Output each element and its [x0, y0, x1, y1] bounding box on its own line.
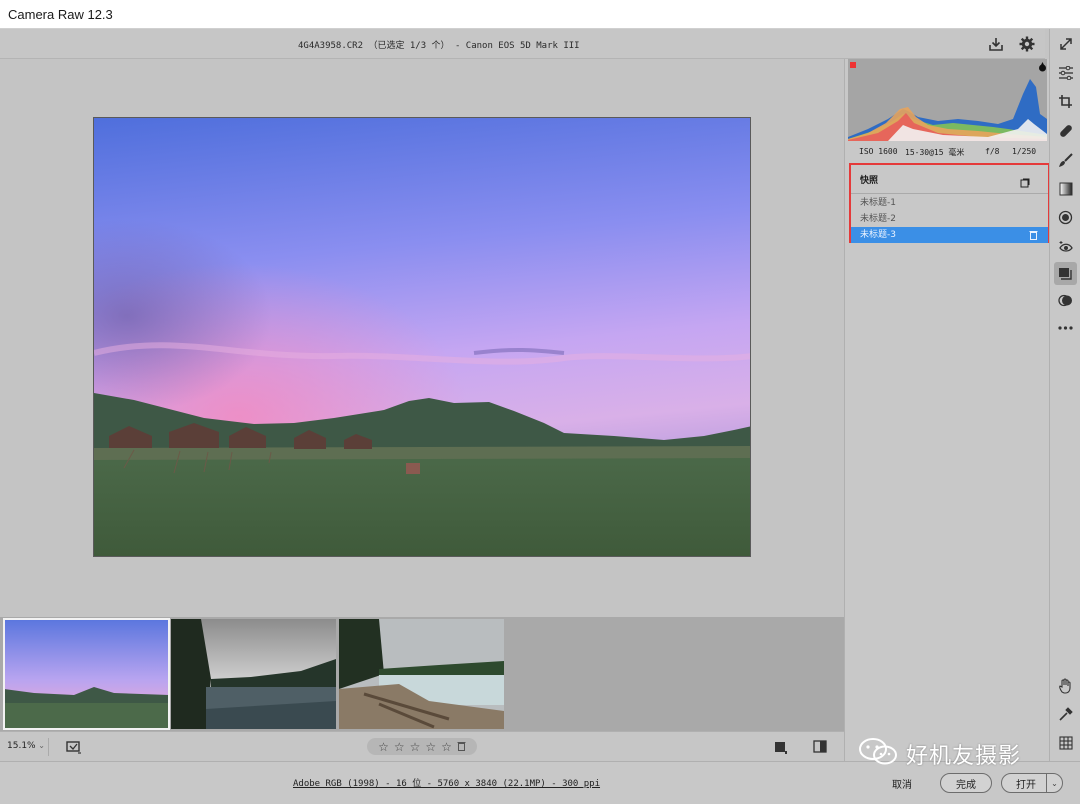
workflow-options-link[interactable]: Adobe RGB (1998) - 16 位 - 5760 x 3840 (2…	[293, 776, 600, 789]
crop-icon[interactable]	[1054, 90, 1077, 113]
edit-sliders-icon[interactable]	[1054, 61, 1077, 84]
snapshot-item-selected[interactable]: 未标题-3	[851, 227, 1048, 243]
trash-icon[interactable]	[457, 740, 466, 754]
hand-icon[interactable]	[1054, 674, 1077, 697]
star-icon[interactable]: ☆	[410, 740, 421, 754]
thumbnail-3[interactable]	[339, 619, 504, 729]
right-panel: ISO 1600 15-30@15 毫米 f/8 1/250 快照 未标题-1 …	[844, 59, 1050, 761]
histogram	[848, 59, 1047, 141]
gradient-icon[interactable]	[1054, 177, 1077, 200]
filmstrip	[0, 617, 844, 731]
exif-shutter: 1/250	[1012, 147, 1037, 156]
watermark: 好机友摄影	[858, 735, 1021, 773]
zoom-value: 15.1%	[7, 741, 36, 751]
snapshots-icon[interactable]	[1054, 262, 1077, 285]
thumbnail-2[interactable]	[171, 619, 336, 729]
watermark-text: 好机友摄影	[906, 744, 1022, 769]
divider	[851, 193, 1048, 194]
tool-strip	[1049, 29, 1080, 761]
new-snapshot-icon[interactable]	[1020, 173, 1030, 188]
exif-aperture: f/8	[985, 147, 1000, 156]
top-toolbar: 4G4A3958.CR2 （已选定 1/3 个） - Canon EOS 5D …	[0, 29, 1045, 59]
chevron-down-icon: ⌄	[38, 741, 45, 750]
open-button[interactable]: 打开 ⌄	[1001, 773, 1063, 793]
brush-icon[interactable]	[1054, 148, 1077, 171]
filmstrip-options-icon[interactable]	[66, 740, 82, 754]
main-photo[interactable]	[93, 117, 751, 557]
snapshot-label: 未标题-2	[860, 214, 896, 224]
healing-icon[interactable]	[1054, 119, 1077, 142]
open-button-label: 打开	[1016, 779, 1036, 791]
star-rating: ☆ ☆ ☆ ☆ ☆	[367, 738, 477, 755]
exif-info: ISO 1600 15-30@15 毫米 f/8 1/250	[845, 147, 1050, 159]
snapshot-item[interactable]: 未标题-2	[851, 211, 1048, 227]
red-eye-icon[interactable]	[1054, 235, 1077, 258]
file-info: 4G4A3958.CR2 （已选定 1/3 个） - Canon EOS 5D …	[298, 41, 580, 51]
trash-icon[interactable]	[1029, 230, 1038, 240]
before-after-split-icon[interactable]	[812, 739, 828, 755]
cancel-button[interactable]: 取消	[885, 773, 919, 793]
before-after-single-icon[interactable]	[774, 740, 788, 754]
window-title: Camera Raw 12.3	[8, 7, 113, 22]
eyedropper-icon[interactable]	[1054, 703, 1077, 726]
exif-iso: ISO 1600	[859, 147, 898, 156]
save-icon[interactable]	[987, 35, 1005, 53]
star-icon[interactable]: ☆	[394, 740, 405, 754]
snapshot-label: 未标题-3	[860, 230, 896, 240]
exif-lens: 15-30@15 毫米	[905, 148, 965, 157]
wechat-icon	[858, 737, 898, 771]
snapshots-panel: 快照 未标题-1 未标题-2 未标题-3	[849, 163, 1050, 243]
presets-icon[interactable]	[1054, 289, 1077, 312]
snapshots-title: 快照	[860, 176, 879, 186]
star-icon[interactable]: ☆	[378, 740, 389, 754]
star-icon[interactable]: ☆	[425, 740, 436, 754]
snapshot-item[interactable]: 未标题-1	[851, 195, 1048, 211]
star-icon[interactable]: ☆	[441, 740, 452, 754]
snapshots-header: 快照	[851, 165, 1048, 192]
shadow-clipping-indicator	[850, 62, 856, 68]
bottom-toolbar: 15.1% ⌄ ☆ ☆ ☆ ☆ ☆	[0, 731, 844, 761]
zoom-select[interactable]: 15.1% ⌄	[3, 738, 49, 756]
done-button[interactable]: 完成	[940, 773, 992, 793]
snapshot-label: 未标题-1	[860, 198, 896, 208]
grid-icon[interactable]	[1054, 731, 1077, 754]
window-titlebar: Camera Raw 12.3	[0, 0, 1080, 29]
fullscreen-icon[interactable]	[1054, 32, 1077, 55]
thumbnail-1[interactable]	[3, 618, 170, 730]
radial-filter-icon[interactable]	[1054, 206, 1077, 229]
gear-icon[interactable]	[1018, 35, 1036, 53]
more-icon[interactable]	[1054, 316, 1077, 339]
chevron-down-icon[interactable]: ⌄	[1046, 774, 1062, 792]
